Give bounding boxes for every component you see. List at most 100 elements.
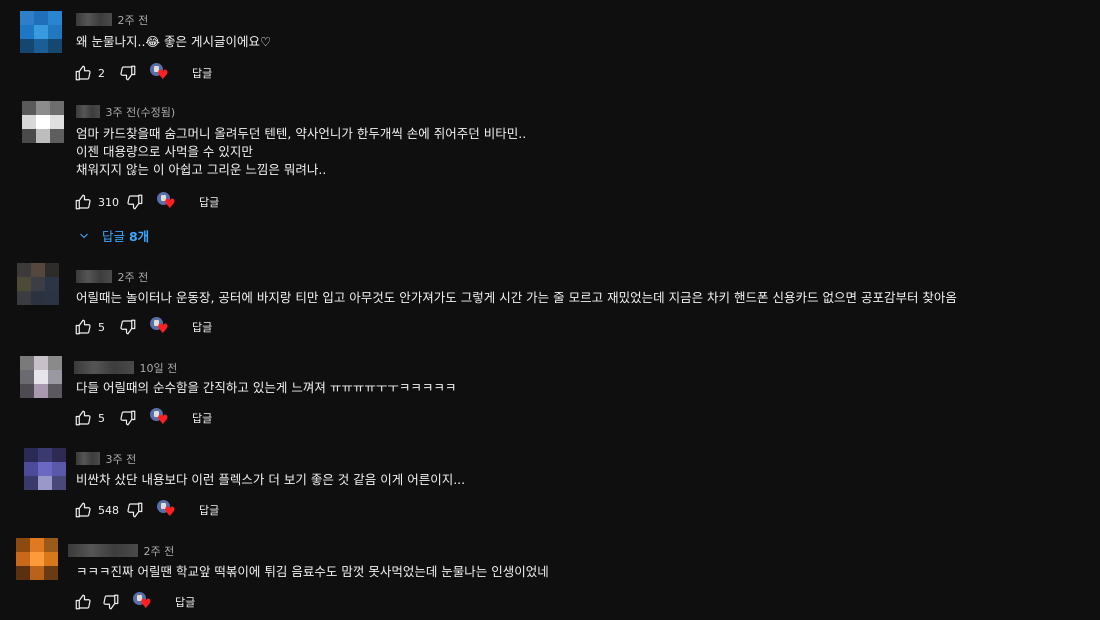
reply-button[interactable]: 답글 (175, 594, 195, 610)
author-name-blurred[interactable] (68, 544, 138, 557)
avatar-pixel (48, 11, 62, 25)
author-name-blurred[interactable] (76, 105, 100, 118)
avatar-pixel (36, 101, 50, 115)
avatar-pixel (16, 538, 30, 552)
avatar-pixel (45, 291, 59, 305)
thumbs-up-icon[interactable] (74, 318, 92, 336)
comment-text: 엄마 카드찾을때 숨그머니 올려두던 텐텐, 약사언니가 한두개씩 손에 쥐어주… (76, 125, 526, 179)
creator-heart-icon: ♥ (150, 408, 172, 428)
comment-line: 왜 눈물나지..😂 좋은 게시글이에요♡ (76, 34, 272, 49)
thumbs-down-icon[interactable] (119, 318, 137, 336)
avatar-pixel (44, 538, 58, 552)
avatar[interactable] (24, 448, 66, 490)
avatar-pixel (17, 291, 31, 305)
comment-time[interactable]: 2주 전 (118, 14, 149, 27)
comment-line: 다들 어릴때의 순수함을 간직하고 있는게 느껴져 ㅠㅠㅠㅠㅜㅜㅋㅋㅋㅋㅋ (76, 380, 457, 395)
creator-heart-icon: ♥ (150, 63, 172, 83)
comment-line: 채워지지 않는 이 아쉽고 그리운 느낌은 뭐려나.. (76, 162, 327, 177)
avatar-pixel (24, 448, 38, 462)
thumbs-down-icon[interactable] (126, 193, 144, 211)
avatar-pixel (17, 277, 31, 291)
creator-heart-icon: ♥ (150, 317, 172, 337)
comment-time[interactable]: 2주 전 (144, 545, 175, 558)
avatar-pixel (22, 115, 36, 129)
comment-header: 10일 전 (74, 360, 177, 376)
view-replies-button[interactable]: 답글 8개 (78, 226, 149, 245)
thumbs-down-icon[interactable] (126, 501, 144, 519)
avatar[interactable] (20, 356, 62, 398)
comment-time[interactable]: 3주 전(수정됨) (106, 106, 176, 119)
like-count: 2 (98, 66, 105, 80)
avatar-pixel (36, 129, 50, 143)
creator-heart-icon: ♥ (133, 592, 155, 612)
avatar[interactable] (20, 11, 62, 53)
reply-button[interactable]: 답글 (199, 502, 219, 518)
comment-header: 2주 전 (76, 12, 148, 28)
comment-text: 다들 어릴때의 순수함을 간직하고 있는게 느껴져 ㅠㅠㅠㅠㅜㅜㅋㅋㅋㅋㅋ (76, 379, 456, 397)
avatar-pixel (38, 448, 52, 462)
author-name-blurred[interactable] (76, 13, 112, 26)
reply-button[interactable]: 답글 (192, 410, 212, 426)
comment-actions: 2 ♥ 답글 (74, 63, 212, 83)
comment-time[interactable]: 3주 전 (106, 453, 137, 466)
thumbs-up-icon[interactable] (74, 409, 92, 427)
avatar-pixel (50, 129, 64, 143)
replies-label: 답글 (102, 229, 129, 244)
avatar-pixel (34, 356, 48, 370)
comment-line: ㅋㅋㅋ진짜 어릴땐 학교앞 떡볶이에 튀김 음료수도 맘껏 못사먹었는데 눈물나… (76, 564, 549, 579)
avatar-pixel (36, 115, 50, 129)
comment-text: 왜 눈물나지..😂 좋은 게시글이에요♡ (76, 33, 271, 51)
comment-text: 어릴때는 놀이터나 운동장, 공터에 바지랑 티만 입고 아무것도 안가져가도 … (76, 289, 957, 307)
avatar-pixel (34, 11, 48, 25)
avatar-pixel (48, 370, 62, 384)
comment-header: 2주 전 (68, 543, 174, 559)
creator-heart-icon: ♥ (157, 192, 179, 212)
avatar-pixel (31, 277, 45, 291)
comment-text: ㅋㅋㅋ진짜 어릴땐 학교앞 떡볶이에 튀김 음료수도 맘껏 못사먹었는데 눈물나… (76, 563, 549, 581)
like-count: 5 (98, 411, 105, 425)
avatar-pixel (16, 552, 30, 566)
avatar-pixel (44, 566, 58, 580)
avatar-pixel (22, 101, 36, 115)
avatar[interactable] (17, 263, 59, 305)
reply-button[interactable]: 답글 (192, 319, 212, 335)
like-count: 310 (98, 195, 119, 209)
avatar-pixel (20, 384, 34, 398)
thumbs-down-icon[interactable] (119, 64, 137, 82)
comment-actions: 548 ♥ 답글 (74, 500, 219, 520)
avatar-pixel (24, 462, 38, 476)
author-name-blurred[interactable] (76, 270, 112, 283)
avatar-pixel (34, 384, 48, 398)
comment-text: 비싼차 샀단 내용보다 이런 플렉스가 더 보기 좋은 것 같음 이게 어른이지… (76, 471, 465, 489)
thumbs-up-icon[interactable] (74, 593, 92, 611)
comment-header: 3주 전 (76, 451, 136, 467)
thumbs-up-icon[interactable] (74, 64, 92, 82)
avatar-pixel (34, 25, 48, 39)
comment-actions: 5 ♥ 답글 (74, 317, 212, 337)
thumbs-down-icon[interactable] (102, 593, 120, 611)
avatar-pixel (52, 462, 66, 476)
avatar[interactable] (16, 538, 58, 580)
comment-time[interactable]: 10일 전 (140, 362, 178, 375)
avatar-pixel (44, 552, 58, 566)
avatar[interactable] (22, 101, 64, 143)
avatar-pixel (20, 356, 34, 370)
chevron-down-icon (80, 233, 88, 238)
comment-header: 3주 전(수정됨) (76, 104, 175, 120)
avatar-pixel (50, 115, 64, 129)
reply-button[interactable]: 답글 (192, 65, 212, 81)
avatar-pixel (45, 263, 59, 277)
avatar-pixel (50, 101, 64, 115)
author-name-blurred[interactable] (74, 361, 134, 374)
avatar-pixel (34, 39, 48, 53)
avatar-pixel (31, 263, 45, 277)
comment-actions: ♥ 답글 (74, 592, 195, 612)
thumbs-up-icon[interactable] (74, 193, 92, 211)
thumbs-down-icon[interactable] (119, 409, 137, 427)
thumbs-up-icon[interactable] (74, 501, 92, 519)
comment-time[interactable]: 2주 전 (118, 271, 149, 284)
author-name-blurred[interactable] (76, 452, 100, 465)
reply-button[interactable]: 답글 (199, 194, 219, 210)
avatar-pixel (24, 476, 38, 490)
avatar-pixel (20, 370, 34, 384)
